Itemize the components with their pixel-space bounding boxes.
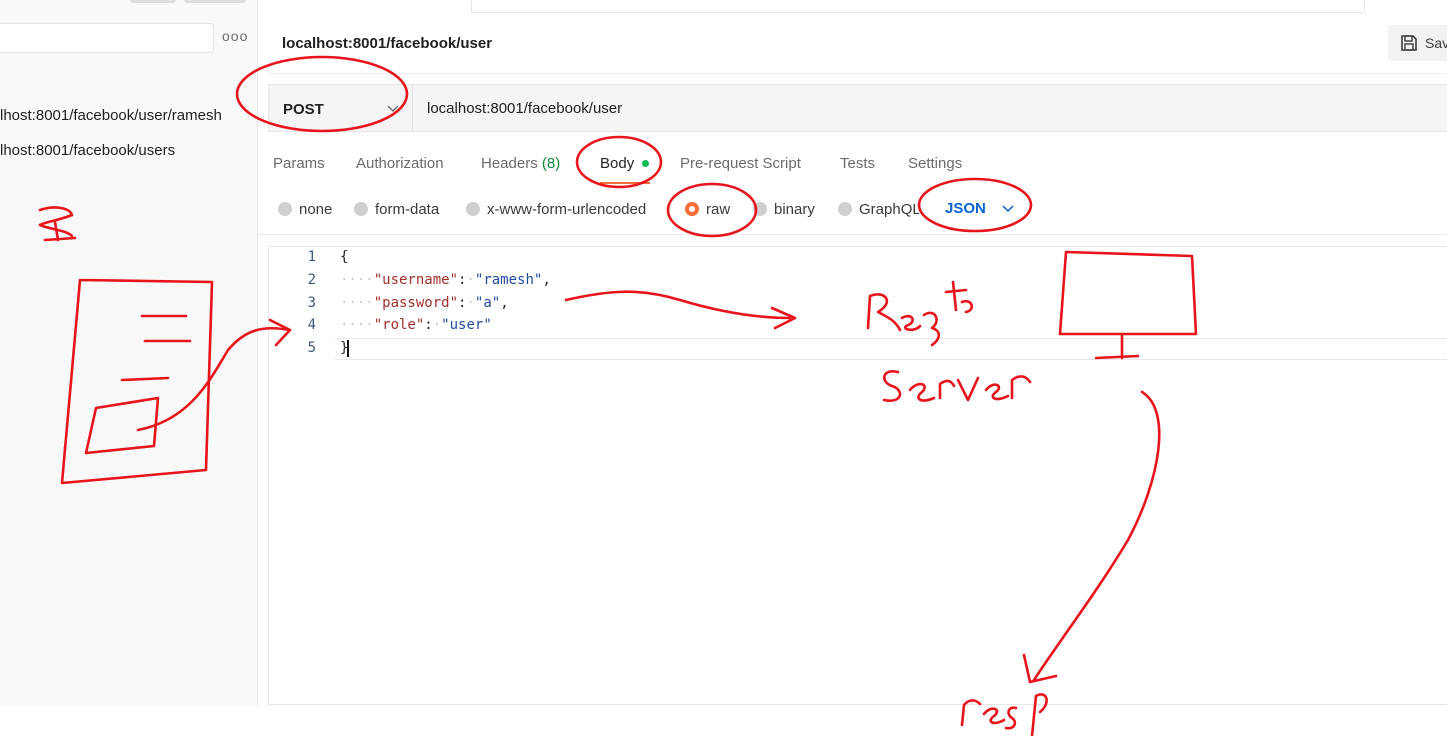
tab-body[interactable]: Body: [600, 155, 634, 172]
radio-urlencoded-label[interactable]: x-www-form-urlencoded: [487, 201, 646, 218]
save-icon: [1401, 35, 1417, 51]
method-select[interactable]: POST: [269, 85, 413, 131]
url-bar: POST localhost:8001/facebook/user: [268, 84, 1447, 132]
radio-none[interactable]: [278, 202, 292, 216]
format-select[interactable]: JSON: [945, 200, 986, 217]
code-line: {: [340, 249, 349, 265]
tab-divider: [471, 0, 472, 12]
json-value: "user": [441, 317, 492, 333]
save-button[interactable]: Sav: [1388, 25, 1447, 61]
chevron-down-icon[interactable]: [1002, 203, 1014, 213]
json-key: "password": [373, 295, 459, 311]
line-number: 5: [307, 340, 316, 356]
bottom-strip: [0, 705, 1447, 736]
tab-params[interactable]: Params: [273, 155, 325, 172]
json-value: "a": [474, 295, 501, 311]
sidebar-top-button[interactable]: [130, 0, 176, 3]
active-line-highlight: [335, 338, 1447, 360]
radio-raw-label[interactable]: raw: [706, 201, 730, 218]
tab-settings[interactable]: Settings: [908, 155, 962, 172]
text-cursor: [347, 340, 349, 357]
active-tab-underline: [600, 182, 650, 184]
tab-prerequest-script[interactable]: Pre-request Script: [680, 155, 801, 172]
json-key: "username": [373, 272, 459, 288]
sidebar: ooo lhost:8001/facebook/user/ramesh lhos…: [0, 0, 258, 705]
tab-strip-border: [471, 12, 1364, 13]
json-key: "role": [373, 317, 425, 333]
radio-urlencoded[interactable]: [466, 202, 480, 216]
radio-form-data-label[interactable]: form-data: [375, 201, 439, 218]
body-modified-dot: [642, 160, 649, 167]
chevron-down-icon: [387, 105, 399, 112]
tab-tests[interactable]: Tests: [840, 155, 875, 172]
more-options-icon[interactable]: ooo: [222, 28, 248, 44]
headers-count-badge: (8): [541, 155, 561, 172]
line-number: 2: [307, 272, 316, 288]
sidebar-top-button[interactable]: [184, 0, 246, 3]
tab-authorization[interactable]: Authorization: [356, 155, 444, 172]
radio-graphql[interactable]: [838, 202, 852, 216]
url-input[interactable]: localhost:8001/facebook/user: [427, 100, 622, 117]
tab-divider: [1364, 0, 1365, 12]
json-value: "ramesh": [474, 272, 543, 288]
tab-headers[interactable]: Headers (8): [481, 155, 560, 172]
radio-graphql-label[interactable]: GraphQL: [859, 201, 919, 218]
save-label: Sav: [1425, 35, 1447, 51]
body-options-divider: [258, 234, 1447, 235]
sidebar-item-request[interactable]: lhost:8001/facebook/users: [0, 142, 175, 159]
line-number: 3: [307, 295, 316, 311]
sidebar-search-input[interactable]: [0, 23, 214, 53]
radio-none-label[interactable]: none: [299, 201, 332, 218]
code-line: ····"username":·"ramesh",: [340, 272, 551, 288]
code-editor[interactable]: [268, 246, 1447, 705]
header-divider: [268, 73, 1447, 74]
code-line: ····"role":·"user": [340, 317, 492, 333]
json-comma: ,: [500, 295, 509, 311]
radio-form-data[interactable]: [354, 202, 368, 216]
radio-binary[interactable]: [753, 202, 767, 216]
request-title[interactable]: localhost:8001/facebook/user: [282, 35, 492, 52]
line-number: 1: [307, 249, 316, 265]
tab-headers-label: Headers: [481, 155, 538, 172]
line-number: 4: [307, 317, 316, 333]
radio-binary-label[interactable]: binary: [774, 201, 815, 218]
json-comma: ,: [542, 272, 551, 288]
radio-raw[interactable]: [685, 202, 699, 216]
sidebar-item-request[interactable]: lhost:8001/facebook/user/ramesh: [0, 107, 222, 124]
code-line: ····"password":·"a",: [340, 295, 509, 311]
method-label: POST: [283, 101, 324, 118]
